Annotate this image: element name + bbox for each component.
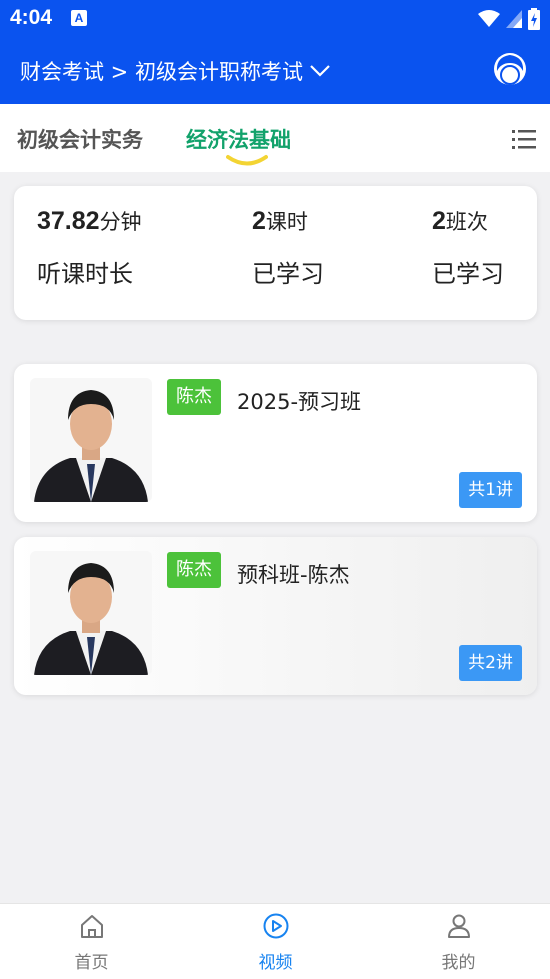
stat-label: 已学习 [432, 260, 504, 288]
signal-icon [506, 10, 522, 28]
stat-lessons-studied: 2课时 已学习 [252, 206, 324, 289]
status-icons [478, 7, 540, 31]
stat-unit: 分钟 [99, 210, 142, 234]
status-bar: 4:04 A [0, 0, 550, 38]
course-title: 2025-预习班 [237, 390, 362, 414]
nav-item-home[interactable]: 首页 [0, 904, 183, 979]
nav-label: 首页 [74, 953, 109, 973]
wifi-icon [478, 10, 500, 27]
stat-label: 已学习 [252, 260, 324, 288]
user-icon [448, 914, 470, 938]
stat-listen-duration: 37.82分钟 听课时长 [37, 206, 142, 289]
study-stats-card: 37.82分钟 听课时长 2课时 已学习 2班次 已学习 [14, 186, 537, 320]
exam-selector[interactable]: 财会考试 > 初级会计职称考试 [20, 56, 331, 86]
nav-item-video[interactable]: 视频 [184, 904, 367, 979]
stat-value: 2 [432, 207, 446, 235]
status-time: 4:04 [10, 6, 53, 29]
stat-label: 听课时长 [37, 260, 133, 288]
stat-unit: 课时 [265, 210, 308, 234]
notification-icon: A [71, 10, 87, 26]
menu-list-icon[interactable] [512, 128, 536, 150]
battery-icon [528, 8, 540, 30]
bottom-navigation: 首页 视频 我的 [0, 903, 550, 979]
home-icon [81, 915, 103, 938]
tab-accounting-practice[interactable]: 初级会计实务 [17, 124, 143, 154]
nav-label: 视频 [258, 953, 293, 973]
lecture-count-badge: 共1讲 [459, 472, 522, 508]
play-circle-icon [263, 913, 289, 939]
app-header: 财会考试 > 初级会计职称考试 [0, 38, 550, 104]
lecture-count-badge: 共2讲 [459, 645, 522, 681]
stat-value: 37.82 [37, 207, 100, 235]
stat-value: 2 [252, 207, 266, 235]
chevron-down-icon [310, 65, 330, 77]
nav-item-mine[interactable]: 我的 [367, 904, 550, 979]
course-card[interactable]: 陈杰 2025-预习班 共1讲 [14, 364, 537, 522]
teacher-tag: 陈杰 [167, 379, 221, 415]
tab-economic-law[interactable]: 经济法基础 [186, 124, 291, 154]
course-card[interactable]: 陈杰 预科班-陈杰 共2讲 [14, 537, 537, 695]
customer-service-icon[interactable] [492, 51, 528, 89]
active-tab-indicator [226, 155, 268, 166]
nav-label: 我的 [441, 953, 476, 973]
stat-classes-studied: 2班次 已学习 [432, 206, 504, 289]
stat-unit: 班次 [445, 210, 488, 234]
breadcrumb-text: 财会考试 > 初级会计职称考试 [20, 60, 303, 84]
teacher-photo [30, 551, 152, 675]
teacher-photo [30, 378, 152, 502]
teacher-tag: 陈杰 [167, 552, 221, 588]
course-title: 预科班-陈杰 [237, 563, 350, 587]
subject-tabs: 初级会计实务 经济法基础 [0, 104, 550, 172]
